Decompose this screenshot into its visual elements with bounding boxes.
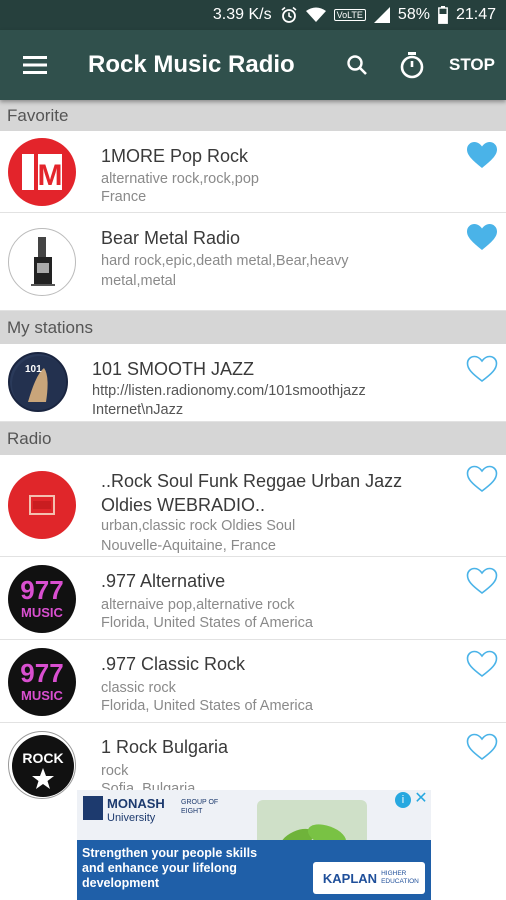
logo-text: 101 — [25, 364, 42, 375]
menu-button[interactable] — [0, 30, 70, 100]
station-tags: classic rock — [101, 680, 176, 696]
status-bar: 3.39 K/s VoLTE 58% 21:47 — [0, 0, 506, 30]
station-logo: 977 MUSIC — [8, 565, 76, 633]
station-row[interactable]: 101 101 SMOOTH JAZZ http://listen.radion… — [0, 344, 506, 422]
station-logo — [8, 228, 76, 296]
ad-partner-logo: KAPLAN HIGHER EDUCATION — [313, 862, 425, 894]
network-speed: 3.39 K/s — [212, 6, 272, 23]
favorite-heart-outline-icon[interactable] — [466, 355, 498, 383]
section-header-radio: Radio — [0, 422, 506, 455]
station-row[interactable]: 977 MUSIC .977 Alternative alternaive pop… — [0, 557, 506, 640]
ad-headline: Strengthen your people skills and enhanc… — [82, 846, 258, 890]
logo-number: 977 — [20, 658, 63, 688]
section-header-favorite: Favorite — [0, 100, 506, 131]
station-location: Florida, United States of America — [101, 698, 313, 714]
ad-partner: KAPLAN — [322, 870, 378, 886]
station-logo: 101 — [8, 352, 68, 412]
station-name: 101 SMOOTH JAZZ — [92, 359, 255, 379]
station-location: Internet\nJazz — [92, 402, 184, 418]
search-icon — [347, 55, 367, 75]
station-name: ..Rock Soul Funk Reggae Urban Jazz Oldie… — [101, 471, 403, 515]
logo-word: MUSIC — [21, 605, 64, 620]
ad-brand: MONASH — [107, 796, 165, 811]
hamburger-icon — [23, 56, 47, 74]
station-row[interactable]: Bear Metal Radio hard rock,epic,death me… — [0, 213, 506, 311]
logo-letter: M — [38, 159, 63, 192]
station-tags: urban,classic rock Oldies Soul — [101, 518, 296, 534]
favorite-heart-outline-icon[interactable] — [466, 567, 498, 595]
volte-badge: VoLTE — [333, 9, 366, 21]
logo-number: 977 — [20, 575, 63, 605]
university-crest-icon — [83, 796, 103, 820]
station-name: 1 Rock Bulgaria — [101, 737, 229, 757]
favorite-heart-filled-icon[interactable] — [466, 223, 498, 251]
logo-word: MUSIC — [21, 688, 64, 703]
station-logo — [8, 471, 76, 539]
search-button[interactable] — [332, 30, 382, 100]
ad-partner-sub: HIGHER EDUCATION — [381, 870, 419, 885]
sleep-timer-button[interactable] — [382, 30, 442, 100]
ad-banner[interactable]: MONASH University GROUP OF EIGHT i ✕ Str… — [77, 790, 431, 900]
ad-info-icon[interactable]: i — [395, 792, 411, 808]
favorite-heart-filled-icon[interactable] — [466, 141, 498, 169]
app-title: Rock Music Radio — [88, 51, 295, 78]
station-tags: hard rock,epic,death metal,Bear,heavy me… — [101, 253, 349, 289]
clock: 21:47 — [455, 6, 496, 23]
station-tags: alternaive pop,alternative rock — [101, 597, 295, 613]
station-location: Florida, United States of America — [101, 615, 313, 631]
wifi-icon — [305, 7, 326, 23]
station-row[interactable]: 977 MUSIC .977 Classic Rock classic rock … — [0, 640, 506, 723]
ad-choices[interactable]: i ✕ — [395, 791, 429, 808]
ad-badge: GROUP OF EIGHT — [181, 799, 219, 815]
ad-brand-sub: University — [107, 812, 156, 824]
app-bar: Rock Music Radio STOP — [0, 30, 506, 100]
station-row[interactable]: ..Rock Soul Funk Reggae Urban Jazz Oldie… — [0, 455, 506, 557]
station-url: http://listen.radionomy.com/101smoothjaz… — [92, 383, 366, 399]
station-tags: rock — [101, 763, 129, 779]
station-logo: ROCK — [8, 731, 76, 799]
station-logo: M — [8, 138, 76, 206]
stopwatch-icon — [400, 52, 424, 79]
signal-icon — [373, 7, 390, 23]
ad-close-icon[interactable]: ✕ — [413, 791, 429, 808]
station-name: .977 Classic Rock — [101, 654, 246, 674]
battery-icon — [438, 6, 448, 24]
favorite-heart-outline-icon[interactable] — [466, 650, 498, 678]
battery-percent: 58% — [397, 6, 430, 23]
station-name: 1MORE Pop Rock — [101, 146, 249, 166]
station-name: Bear Metal Radio — [101, 228, 241, 248]
logo-word: ROCK — [22, 750, 63, 766]
station-tags: alternative rock,rock,pop — [101, 171, 259, 187]
favorite-heart-outline-icon[interactable] — [466, 465, 498, 493]
station-location: Nouvelle-Aquitaine, France — [101, 538, 276, 554]
station-name: .977 Alternative — [101, 571, 226, 591]
alarm-icon — [280, 6, 298, 24]
favorite-heart-outline-icon[interactable] — [466, 733, 498, 761]
station-logo: 977 MUSIC — [8, 648, 76, 716]
station-row[interactable]: M 1MORE Pop Rock alternative rock,rock,p… — [0, 131, 506, 213]
section-header-my-stations: My stations — [0, 311, 506, 344]
station-location: France — [101, 189, 147, 205]
stop-button[interactable]: STOP — [442, 30, 502, 100]
